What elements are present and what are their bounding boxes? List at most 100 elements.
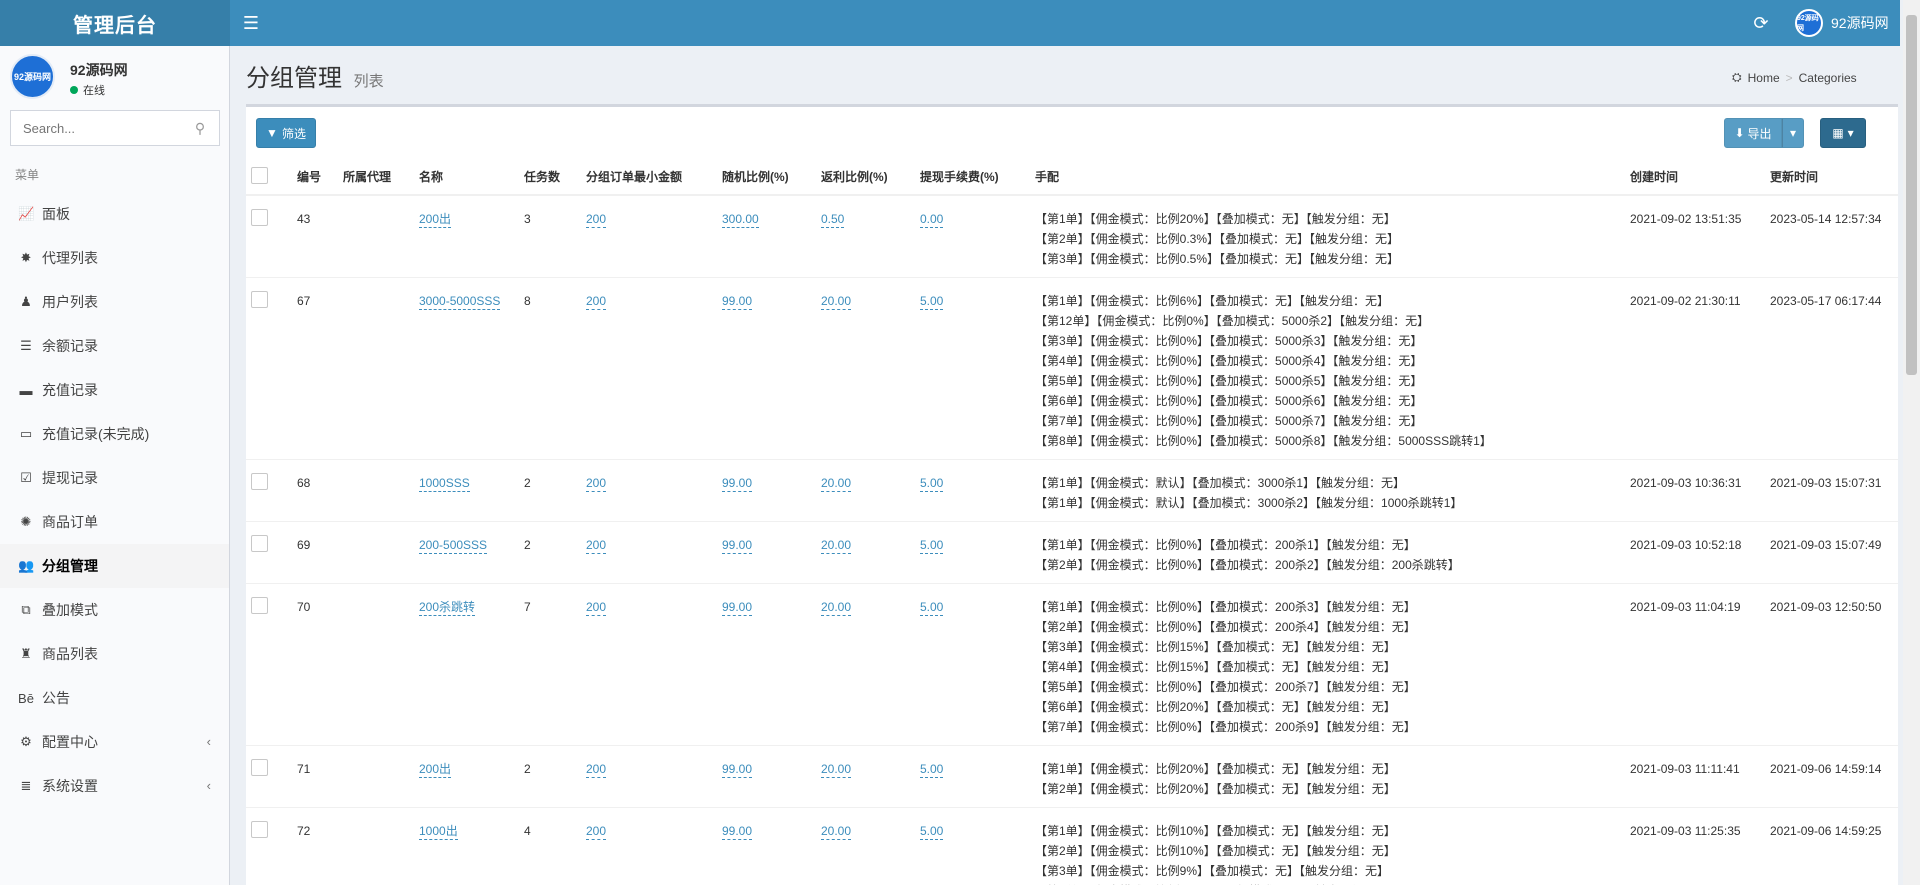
sidebar-item[interactable]: ☰ 余额记录 [0,324,229,368]
cell-min-amount: 200 [581,521,717,584]
sidebar-item[interactable]: Bē 公告 [0,676,229,720]
cell-rules: 【第1单】【佣金模式：比例0%】【叠加模式：200杀3】【触发分组：无】 【第2单… [1030,583,1625,746]
sidebar-search: ⚲ [10,110,220,146]
cell-agent [338,277,414,460]
scrollbar-thumb[interactable] [1906,15,1917,375]
sidebar-item[interactable]: ♜ 商品列表 [0,632,229,676]
sidebar-item[interactable]: ⧉ 叠加模式 [0,588,229,632]
editable-name[interactable]: 3000-5000SSS [419,293,501,310]
editable-rebate-ratio[interactable]: 0.50 [821,211,845,228]
editable-min-amount[interactable]: 200 [586,823,607,840]
cell-tasks: 7 [519,583,581,746]
filter-button[interactable]: ▼ 筛选 [256,118,316,148]
editable-fee[interactable]: 5.00 [920,823,944,840]
chevron-left-icon: ‹ [206,778,211,793]
page-scrollbar[interactable] [1903,0,1920,885]
user-menu[interactable]: 92源码网 92源码网 [1795,0,1889,46]
editable-name[interactable]: 200出 [419,761,452,778]
rule-line: 【第6单】【佣金模式：比例20%】【叠加模式：无】【触发分组：无】 [1035,700,1396,714]
user-status-text: 在线 [83,85,105,97]
row-checkbox[interactable] [251,473,268,490]
editable-rebate-ratio[interactable]: 20.00 [821,293,852,310]
rule-line: 【第4单】【佣金模式：比例15%】【叠加模式：无】【触发分组：无】 [1035,660,1396,674]
editable-random-ratio[interactable]: 99.00 [722,599,753,616]
row-checkbox[interactable] [251,597,268,614]
sidebar-item[interactable]: ▭ 充值记录(未完成) [0,412,229,456]
select-all-checkbox[interactable] [251,166,268,184]
cell-id: 70 [292,583,338,746]
cell-fee: 5.00 [915,277,1030,460]
editable-random-ratio[interactable]: 99.00 [722,761,753,778]
table-icon: ▦ [1832,126,1844,140]
editable-name[interactable]: 1000SSS [419,475,470,492]
editable-name[interactable]: 200出 [419,211,452,228]
editable-random-ratio[interactable]: 300.00 [722,211,759,228]
menu-item-icon: ⚙ [20,734,32,749]
sidebar-user-name: 92源码网 [70,62,128,78]
editable-random-ratio[interactable]: 99.00 [722,537,753,554]
cell-rules: 【第1单】【佣金模式：默认】【叠加模式：3000杀1】【触发分组：无】 【第1单】… [1030,459,1625,522]
rule-line: 【第1单】【佣金模式：比例0%】【叠加模式：200杀1】【触发分组：无】 [1035,538,1416,552]
export-dropdown-button[interactable]: ▾ [1782,118,1804,148]
editable-fee[interactable]: 5.00 [920,537,944,554]
editable-min-amount[interactable]: 200 [586,475,607,492]
rule-line: 【第3单】【佣金模式：比例0.5%】【叠加模式：无】【触发分组：无】 [1035,252,1400,266]
row-checkbox[interactable] [251,291,268,308]
sidebar-item[interactable]: 👥 分组管理 [0,544,229,588]
editable-fee[interactable]: 0.00 [920,211,944,228]
editable-name[interactable]: 1000出 [419,823,458,840]
sidebar-toggle-icon[interactable]: ☰ [240,12,262,34]
row-checkbox[interactable] [251,759,268,776]
sidebar-item[interactable]: ▬ 充值记录 [0,368,229,412]
editable-random-ratio[interactable]: 99.00 [722,475,753,492]
editable-min-amount[interactable]: 200 [586,761,607,778]
editable-name[interactable]: 200-500SSS [419,537,488,554]
editable-random-ratio[interactable]: 99.00 [722,823,753,840]
refresh-icon[interactable]: ⟳ [1750,12,1772,34]
sidebar-item[interactable]: ⚙ 配置中心 ‹ [0,720,229,764]
editable-rebate-ratio[interactable]: 20.00 [821,475,852,492]
cell-id: 71 [292,745,338,808]
logo[interactable]: 管理后台 [0,0,230,46]
row-checkbox[interactable] [251,535,268,552]
rule-line: 【第1单】【佣金模式：比例10%】【叠加模式：无】【触发分组：无】 [1035,824,1396,838]
menu-item-icon: ✸ [20,250,32,265]
row-checkbox[interactable] [251,821,268,838]
sidebar-item[interactable]: ✺ 商品订单 [0,500,229,544]
row-checkbox[interactable] [251,209,268,226]
editable-random-ratio[interactable]: 99.00 [722,293,753,310]
columns-button[interactable]: ▦ ▾ [1820,118,1866,148]
export-button[interactable]: ⬇ 导出 [1724,118,1782,148]
editable-fee[interactable]: 5.00 [920,475,944,492]
editable-min-amount[interactable]: 200 [586,599,607,616]
breadcrumb-home[interactable]: Home [1748,71,1780,85]
editable-name[interactable]: 200杀跳转 [419,599,476,616]
cell-random-ratio: 99.00 [717,807,816,885]
cell-min-amount: 200 [581,745,717,808]
sidebar-item[interactable]: ♟ 用户列表 [0,280,229,324]
editable-fee[interactable]: 5.00 [920,761,944,778]
cell-fee: 5.00 [915,459,1030,522]
editable-rebate-ratio[interactable]: 20.00 [821,537,852,554]
editable-rebate-ratio[interactable]: 20.00 [821,599,852,616]
menu-item-icon: ✺ [20,514,32,529]
search-input[interactable] [11,111,181,145]
cell-rebate-ratio: 20.00 [816,807,915,885]
search-icon[interactable]: ⚲ [181,111,219,145]
editable-min-amount[interactable]: 200 [586,293,607,310]
editable-fee[interactable]: 5.00 [920,599,944,616]
editable-rebate-ratio[interactable]: 20.00 [821,761,852,778]
editable-rebate-ratio[interactable]: 20.00 [821,823,852,840]
editable-fee[interactable]: 5.00 [920,293,944,310]
editable-min-amount[interactable]: 200 [586,211,607,228]
sidebar-item[interactable]: ≣ 系统设置 ‹ [0,764,229,808]
menu-item-label: 面板 [42,206,70,222]
cell-updated: 2021-09-06 14:59:14 [1765,745,1898,808]
sidebar-item[interactable]: 📈 面板 [0,192,229,236]
rule-line: 【第1单】【佣金模式：比例6%】【叠加模式：无】【触发分组：无】 [1035,294,1390,308]
cell-min-amount: 200 [581,583,717,746]
sidebar-item[interactable]: ✸ 代理列表 [0,236,229,280]
sidebar-item[interactable]: ☑ 提现记录 [0,456,229,500]
editable-min-amount[interactable]: 200 [586,537,607,554]
menu-item-label: 用户列表 [42,294,98,310]
